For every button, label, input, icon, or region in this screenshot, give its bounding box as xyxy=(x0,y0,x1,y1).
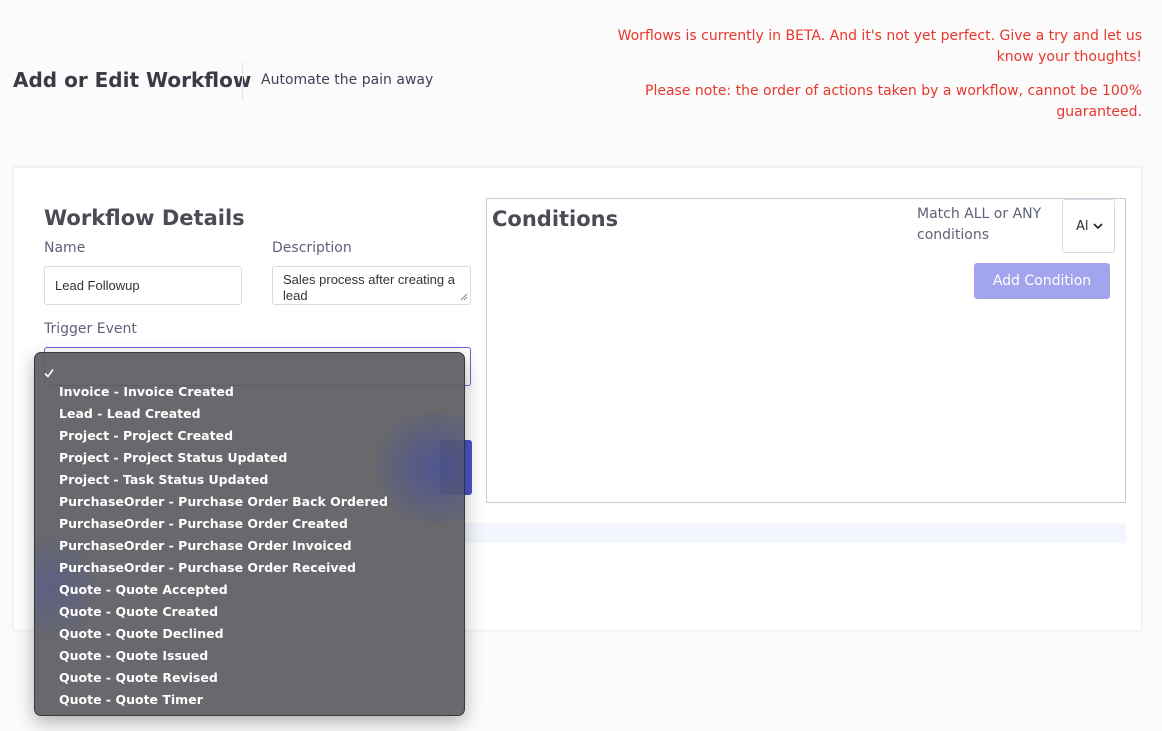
workflow-details-heading: Workflow Details xyxy=(44,206,245,230)
dropdown-option-label: Project - Task Status Updated xyxy=(59,472,269,487)
description-textarea[interactable]: Sales process after creating a lead xyxy=(272,266,471,305)
title-divider xyxy=(242,62,243,100)
dropdown-option[interactable]: Lead - Lead Created xyxy=(35,403,464,425)
dropdown-option[interactable]: Quote - Quote Timer xyxy=(35,689,464,711)
dropdown-option[interactable]: Quote - Quote Created xyxy=(35,601,464,623)
dropdown-option-label: Quote - Quote Issued xyxy=(59,648,209,663)
dropdown-option[interactable] xyxy=(35,359,464,381)
dropdown-option[interactable]: Project - Project Status Updated xyxy=(35,447,464,469)
match-select-value: Al xyxy=(1076,218,1089,234)
dropdown-option[interactable]: Quote - Quote Declined xyxy=(35,623,464,645)
dropdown-option-label: PurchaseOrder - Purchase Order Received xyxy=(59,560,356,575)
trigger-event-label: Trigger Event xyxy=(44,321,137,337)
chevron-down-icon xyxy=(1092,222,1103,229)
dropdown-option[interactable]: Quote - Quote Accepted xyxy=(35,579,464,601)
dropdown-option-label: Quote - Quote Declined xyxy=(59,626,224,641)
page-subtitle: Automate the pain away xyxy=(261,72,434,88)
dropdown-option[interactable]: PurchaseOrder - Purchase Order Created xyxy=(35,513,464,535)
dropdown-option[interactable]: PurchaseOrder - Purchase Order Received xyxy=(35,557,464,579)
dropdown-option-label: Quote - Quote Created xyxy=(59,604,219,619)
dropdown-option-label: PurchaseOrder - Purchase Order Created xyxy=(59,516,348,531)
dropdown-option[interactable]: Project - Task Status Updated xyxy=(35,469,464,491)
dropdown-option-label: PurchaseOrder - Purchase Order Invoiced xyxy=(59,538,352,553)
dropdown-option-label: Quote - Quote Accepted xyxy=(59,582,228,597)
dropdown-option[interactable]: Invoice - Invoice Created xyxy=(35,381,464,403)
dropdown-option-label: Project - Project Status Updated xyxy=(59,450,288,465)
dropdown-option-label: Project - Project Created xyxy=(59,428,234,443)
order-notice: Please note: the order of actions taken … xyxy=(645,83,1142,120)
trigger-event-dropdown[interactable]: Invoice - Invoice Created Lead - Lead Cre… xyxy=(34,352,465,716)
dropdown-option-label: Quote - Quote Timer xyxy=(59,692,203,707)
match-all-any-select[interactable]: Al xyxy=(1062,199,1115,253)
page-title: Add or Edit Workflow xyxy=(13,68,252,92)
dropdown-option[interactable]: PurchaseOrder - Purchase Order Invoiced xyxy=(35,535,464,557)
dropdown-option-label: Invoice - Invoice Created xyxy=(59,384,234,399)
dropdown-option[interactable]: Quote - Quote Revised xyxy=(35,667,464,689)
conditions-heading: Conditions xyxy=(492,207,619,231)
resize-grip-icon[interactable] xyxy=(460,293,468,301)
beta-notice: Worflows is currently in BETA. And it's … xyxy=(617,28,1142,65)
dropdown-option-label: Lead - Lead Created xyxy=(59,406,201,421)
dropdown-option-label: Quote - Quote Revised xyxy=(59,670,218,685)
name-input[interactable] xyxy=(44,266,242,305)
match-all-any-label: Match ALL or ANY conditions xyxy=(917,206,1042,243)
dropdown-option[interactable]: PurchaseOrder - Purchase Order Back Orde… xyxy=(35,491,464,513)
dropdown-option[interactable]: Quote - Quote Issued xyxy=(35,645,464,667)
name-label: Name xyxy=(44,240,86,256)
add-condition-button[interactable]: Add Condition xyxy=(974,263,1110,299)
description-label: Description xyxy=(272,240,352,256)
dropdown-option-label: PurchaseOrder - Purchase Order Back Orde… xyxy=(59,494,388,509)
actions-bar xyxy=(440,523,1126,543)
checkmark-icon xyxy=(44,369,54,378)
dropdown-option[interactable]: Project - Project Created xyxy=(35,425,464,447)
